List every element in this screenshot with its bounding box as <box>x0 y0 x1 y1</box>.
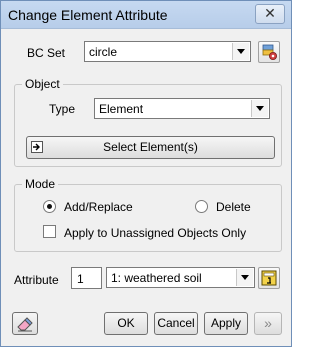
ok-button[interactable]: OK <box>104 312 148 335</box>
attribute-value: 1: weathered soil <box>111 271 202 285</box>
more-button[interactable]: » <box>254 312 282 335</box>
attribute-dropdown[interactable]: 1: weathered soil <box>106 267 255 288</box>
bc-set-manager-button[interactable] <box>258 41 280 63</box>
eraser-button[interactable] <box>12 312 38 335</box>
bc-set-dropdown[interactable]: circle <box>84 41 251 62</box>
object-group-title: Object <box>22 77 63 91</box>
select-elements-button[interactable]: Select Element(s) <box>26 136 275 159</box>
select-elements-label: Select Element(s) <box>103 140 198 154</box>
bc-set-label: BC Set <box>27 46 66 60</box>
close-button[interactable]: ✕ <box>255 4 285 24</box>
delete-label: Delete <box>216 200 251 214</box>
title-bar: Change Element Attribute ✕ <box>1 1 291 29</box>
bc-set-value: circle <box>89 45 118 59</box>
delete-radio[interactable] <box>195 200 208 213</box>
attribute-number-value: 1 <box>77 272 84 286</box>
type-dropdown[interactable]: Element <box>94 98 270 119</box>
attribute-label: Attribute <box>14 273 59 287</box>
mode-group: Mode <box>14 177 282 252</box>
add-replace-label: Add/Replace <box>64 200 133 214</box>
attribute-number-input[interactable]: 1 <box>71 267 102 289</box>
apply-button[interactable]: Apply <box>204 312 248 335</box>
add-replace-radio[interactable] <box>43 200 56 213</box>
chevron-down-icon <box>232 43 249 60</box>
dialog-title: Change Element Attribute <box>8 7 168 23</box>
chevron-down-icon <box>251 100 268 117</box>
mode-group-title: Mode <box>22 177 59 191</box>
cancel-button[interactable]: Cancel <box>154 312 198 335</box>
bc-set-icon <box>262 44 277 60</box>
apply-unassigned-label: Apply to Unassigned Objects Only <box>64 226 247 240</box>
attribute-properties-icon <box>261 270 277 286</box>
type-label: Type <box>49 102 76 116</box>
attribute-properties-button[interactable] <box>258 267 280 289</box>
type-value: Element <box>99 102 144 116</box>
chevron-down-icon <box>236 269 253 286</box>
apply-unassigned-checkbox[interactable] <box>43 225 56 238</box>
change-element-attribute-dialog: Change Element Attribute ✕ BC Set circle… <box>0 0 292 347</box>
close-icon: ✕ <box>264 5 276 21</box>
eraser-icon <box>17 317 33 332</box>
